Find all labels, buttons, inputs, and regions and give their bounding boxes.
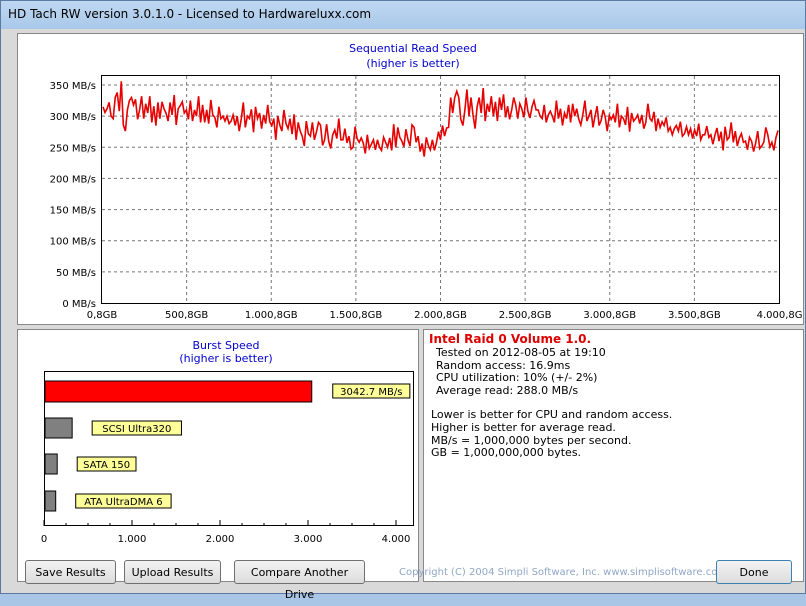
burst-bar: [44, 380, 313, 403]
seq-y-tick-label: 350 MB/s: [50, 81, 96, 92]
done-button[interactable]: Done: [716, 560, 792, 584]
upload-results-button[interactable]: Upload Results: [124, 560, 221, 584]
seq-y-tick-label: 50 MB/s: [56, 268, 96, 279]
burst-x-tick-label: 2.000: [206, 534, 235, 545]
seq-x-tick-label: 2.500,8GB: [499, 310, 552, 321]
results-info-panel: Intel Raid 0 Volume 1.0. Tested on 2012-…: [423, 329, 804, 582]
burst-label-text: 3042.7 MB/s: [340, 387, 402, 398]
burst-bar-label: SATA 150: [76, 456, 137, 472]
burst-chart-subtitle: (higher is better): [179, 352, 272, 365]
burst-label-text: SATA 150: [83, 460, 130, 471]
window-title: HD Tach RW version 3.0.1.0 - Licensed to…: [8, 7, 372, 21]
client-area: Sequential Read Speed (higher is better)…: [9, 31, 806, 601]
seq-chart-subtitle: (higher is better): [366, 57, 459, 70]
seq-y-tick-label: 200 MB/s: [50, 174, 96, 185]
tested-on: Tested on 2012-08-05 at 19:10: [436, 346, 606, 359]
burst-speed-panel: Burst Speed (higher is better) 3042.7 MB…: [17, 329, 419, 582]
burst-bar-label: ATA UltraDMA 6: [75, 493, 172, 509]
burst-bar: [44, 453, 58, 475]
average-read: Average read: 288.0 MB/s: [436, 383, 579, 397]
seq-y-tick-label: 300 MB/s: [50, 112, 96, 123]
seq-x-tick-label: 3.500,8GB: [668, 310, 721, 321]
seq-x-tick-labels: 0,8GB 500,8GB 1.000,8GB 1.500,8GB 2.000,8GB 2…: [87, 310, 806, 321]
seq-y-tick-label: 100 MB/s: [50, 237, 96, 248]
save-results-button[interactable]: Save Results: [25, 560, 116, 584]
burst-bar-label: SCSI Ultra320: [91, 420, 182, 436]
seq-y-tick-label: 0 MB/s: [62, 299, 96, 310]
copyright-text: Copyright (C) 2004 Simpli Software, Inc.…: [399, 567, 728, 578]
seq-chart-title: Sequential Read Speed: [349, 42, 477, 55]
seq-y-tick-label: 150 MB/s: [50, 206, 96, 217]
seq-y-tick-labels: 0 MB/s 50 MB/s 100 MB/s 150 MB/s 200 MB/s 250…: [50, 81, 96, 310]
burst-x-tick-label: 4.000: [382, 534, 411, 545]
sequential-read-chart: Sequential Read Speed (higher is better)…: [50, 42, 806, 321]
drive-name: Intel Raid 0 Volume 1.0.: [429, 332, 592, 346]
seq-x-tick-label: 4.000,8GB: [757, 310, 803, 321]
burst-speed-chart: Burst Speed (higher is better) 3042.7 MB…: [41, 339, 414, 545]
seq-y-tick-label: 250 MB/s: [50, 143, 96, 154]
app-window: HD Tach RW version 3.0.1.0 - Licensed to…: [0, 0, 806, 601]
note-higher-better: Higher is better for average read.: [431, 420, 616, 434]
burst-x-tick-label: 1.000: [118, 534, 147, 545]
burst-bar: [44, 417, 73, 439]
burst-bar-label: 3042.7 MB/s: [332, 383, 411, 399]
burst-chart-title: Burst Speed: [192, 339, 259, 352]
cpu-utilization: CPU utilization: 10% (+/- 2%): [436, 371, 598, 385]
seq-x-tick-label: 1.000,8GB: [245, 310, 298, 321]
seq-x-tick-label: 2.000,8GB: [414, 310, 467, 321]
compare-another-drive-button[interactable]: Compare Another Drive: [234, 560, 365, 601]
burst-x-tick-label: 0: [41, 534, 47, 545]
note-gb-definition: GB = 1,000,000,000 bytes.: [431, 446, 582, 460]
burst-bar: [44, 490, 57, 512]
seq-x-tick-label: 1.500,8GB: [329, 310, 382, 321]
sequential-read-panel: Sequential Read Speed (higher is better)…: [17, 33, 806, 325]
burst-label-text: ATA UltraDMA 6: [84, 497, 162, 508]
title-bar[interactable]: HD Tach RW version 3.0.1.0 - Licensed to…: [1, 1, 805, 29]
seq-x-tick-label: 3.000,8GB: [583, 310, 636, 321]
seq-x-tick-label: 0,8GB: [87, 310, 118, 321]
burst-label-text: SCSI Ultra320: [102, 424, 171, 435]
seq-x-tick-label: 500,8GB: [165, 310, 208, 321]
burst-x-tick-label: 3.000: [294, 534, 323, 545]
